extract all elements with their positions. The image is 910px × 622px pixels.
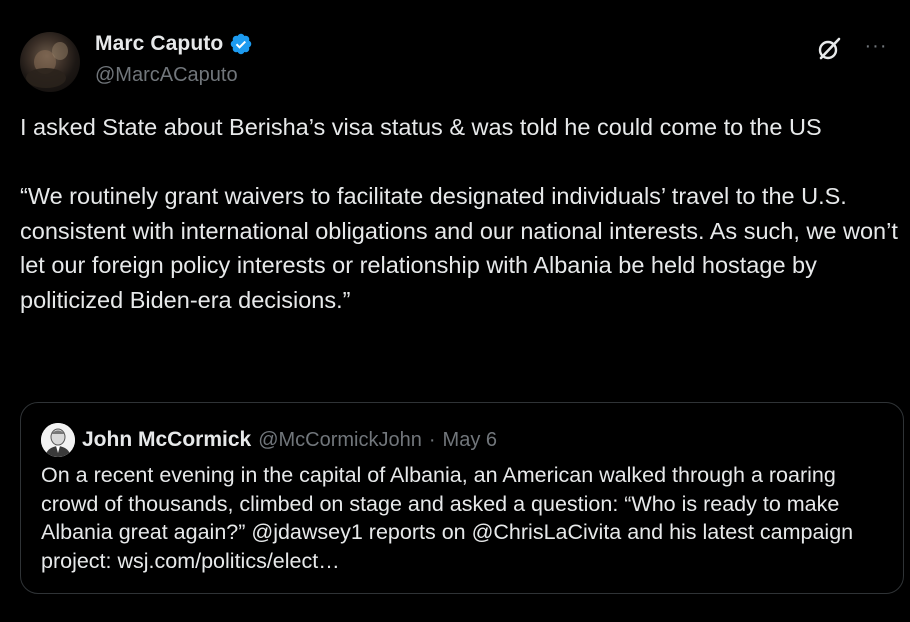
quoted-author-display-name[interactable]: John McCormick bbox=[82, 428, 251, 452]
verified-badge-icon bbox=[231, 33, 252, 55]
tweet-body-text: I asked State about Berisha’s visa statu… bbox=[20, 114, 898, 313]
quoted-tweet-date[interactable]: May 6 bbox=[443, 429, 497, 452]
quoted-tweet-header: John McCormick @McCormickJohn · May 6 bbox=[41, 423, 497, 457]
author-avatar[interactable] bbox=[20, 32, 80, 92]
quoted-tweet-card[interactable]: John McCormick @McCormickJohn · May 6 On… bbox=[20, 402, 904, 594]
more-options-icon[interactable]: ··· bbox=[862, 34, 890, 58]
quoted-author-handle[interactable]: @McCormickJohn bbox=[258, 429, 422, 452]
author-name-row: Marc Caputo bbox=[95, 32, 253, 56]
quoted-author-portrait-icon bbox=[41, 423, 75, 457]
quoted-tweet-text: On a recent evening in the capital of Al… bbox=[41, 463, 854, 573]
author-handle[interactable]: @MarcACaputo bbox=[95, 64, 238, 87]
tweet-header: Marc Caputo @MarcACaputo ··· bbox=[20, 30, 890, 92]
grok-icon[interactable] bbox=[816, 36, 842, 62]
quoted-separator-dot: · bbox=[428, 428, 436, 451]
quoted-author-avatar bbox=[41, 423, 75, 457]
author-display-name[interactable]: Marc Caputo bbox=[95, 32, 223, 56]
